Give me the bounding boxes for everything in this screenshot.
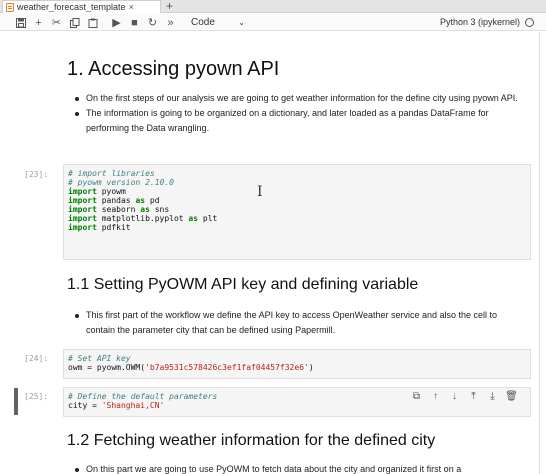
markdown-bullets-3: On this part we are going to use PyOWM t…	[72, 462, 524, 474]
bullet-item: On this part we are going to use PyOWM t…	[72, 462, 524, 474]
tab-bar: weather_forecast_template × +	[0, 0, 546, 13]
code-line: import pdfkit	[68, 223, 526, 232]
run-icon[interactable]: ▶	[110, 16, 123, 29]
code-token: matplotlib.pyplot	[96, 214, 189, 223]
code-line: # Set API key	[68, 354, 526, 363]
stop-icon[interactable]: ■	[128, 16, 141, 29]
code-line: import seaborn as sns	[68, 205, 526, 214]
code-token: # import libraries	[68, 169, 155, 178]
code-token: as	[135, 196, 146, 205]
markdown-bullets-2: This first part of the workflow we defin…	[72, 308, 524, 338]
code-token: import	[68, 223, 97, 232]
copy-icon[interactable]	[68, 16, 81, 29]
duplicate-icon[interactable]: ⧉	[410, 390, 423, 403]
paste-icon[interactable]	[86, 16, 99, 29]
code-line: import pandas as pd	[68, 196, 526, 205]
insert-above-icon[interactable]: ⤒	[467, 390, 480, 403]
code-line: # pyowm version 2.10.0	[68, 178, 526, 187]
bullet-item: The information is going to be organized…	[72, 106, 524, 136]
cell-prompt: [23]:	[24, 170, 49, 179]
bullet-item: This first part of the workflow we defin…	[72, 308, 524, 338]
tab-label: weather_forecast_template	[17, 2, 126, 12]
restart-icon[interactable]: ↻	[146, 16, 159, 29]
move-down-icon[interactable]: ↓	[448, 390, 461, 403]
code-token: pd	[145, 196, 160, 205]
chevron-down-icon: ⌄	[238, 18, 245, 27]
code-token: sns	[149, 205, 170, 214]
code-cell-imports[interactable]: # import libraries # pyowm version 2.10.0…	[63, 164, 531, 260]
code-token: import	[68, 187, 97, 196]
code-token: as	[188, 214, 199, 223]
code-line: import matplotlib.pyplot as plt	[68, 214, 526, 223]
close-icon[interactable]: ×	[129, 2, 134, 12]
notebook-icon	[6, 2, 14, 12]
code-token: pandas	[96, 196, 136, 205]
code-token: 'b7a9531c578426c3ef1faf04457f32e6'	[145, 363, 309, 372]
move-up-icon[interactable]: ↑	[429, 390, 442, 403]
heading-accessing-pyown: 1. Accessing pyown API	[67, 58, 280, 80]
code-token: pdfkit	[96, 223, 131, 232]
code-token: # Define the default parameters	[68, 392, 218, 401]
kernel-name[interactable]: Python 3 (ipykernel)	[440, 16, 520, 29]
cell-prompt: [24]:	[24, 354, 49, 363]
code-token: as	[140, 205, 150, 214]
code-token: city =	[68, 401, 102, 410]
code-token: # Set API key	[68, 354, 131, 363]
active-cell-indicator	[14, 388, 18, 415]
new-tab-icon[interactable]: +	[166, 0, 173, 12]
insert-below-icon[interactable]: ⤓	[486, 390, 499, 403]
code-line: owm = pyowm.OWM('b7a9531c578426c3ef1faf0…	[68, 363, 526, 372]
code-token: import	[68, 214, 97, 223]
cell-type-value: Code	[191, 17, 215, 28]
heading-setting-api-key: 1.1 Setting PyOWM API key and defining v…	[67, 276, 419, 293]
scrollbar-track[interactable]	[539, 32, 540, 474]
code-token: seaborn	[96, 205, 141, 214]
kernel-status-icon	[525, 18, 534, 27]
add-cell-icon[interactable]: +	[32, 16, 45, 29]
code-line: # import libraries	[68, 169, 526, 178]
code-token: import	[68, 196, 97, 205]
run-all-icon[interactable]: »	[164, 16, 177, 29]
cut-icon[interactable]: ✂	[50, 16, 63, 29]
markdown-bullets-1: On the first steps of our analysis we ar…	[72, 91, 524, 136]
code-token: )	[308, 363, 314, 372]
code-cell-api-key[interactable]: # Set API key owm = pyowm.OWM('b7a9531c57…	[63, 349, 531, 379]
delete-icon[interactable]: 🗑	[505, 390, 518, 403]
bullet-item: On the first steps of our analysis we ar…	[72, 91, 524, 106]
notebook-toolbar: + ✂ ▶ ■ ↻ » Code ⌄ Python 3 (ipykernel)	[0, 14, 546, 31]
cell-prompt: [25]:	[24, 392, 49, 401]
cell-type-select[interactable]: Code ⌄	[188, 16, 248, 29]
text-cursor-icon: I	[257, 184, 263, 200]
cell-toolbar: ⧉ ↑ ↓ ⤒ ⤓ 🗑	[410, 390, 518, 403]
code-token: plt	[198, 214, 218, 223]
heading-fetching-weather: 1.2 Fetching weather information for the…	[67, 432, 436, 449]
code-token: owm = pyowm.OWM(	[68, 363, 146, 372]
save-icon[interactable]	[14, 16, 27, 29]
code-token: # pyowm version 2.10.0	[68, 178, 174, 187]
code-token: pyowm	[96, 187, 126, 196]
code-line: import pyowm	[68, 187, 526, 196]
tab-notebook[interactable]: weather_forecast_template ×	[2, 0, 161, 13]
code-token: import	[68, 205, 97, 214]
code-token: 'Shanghai,CN'	[101, 401, 165, 410]
